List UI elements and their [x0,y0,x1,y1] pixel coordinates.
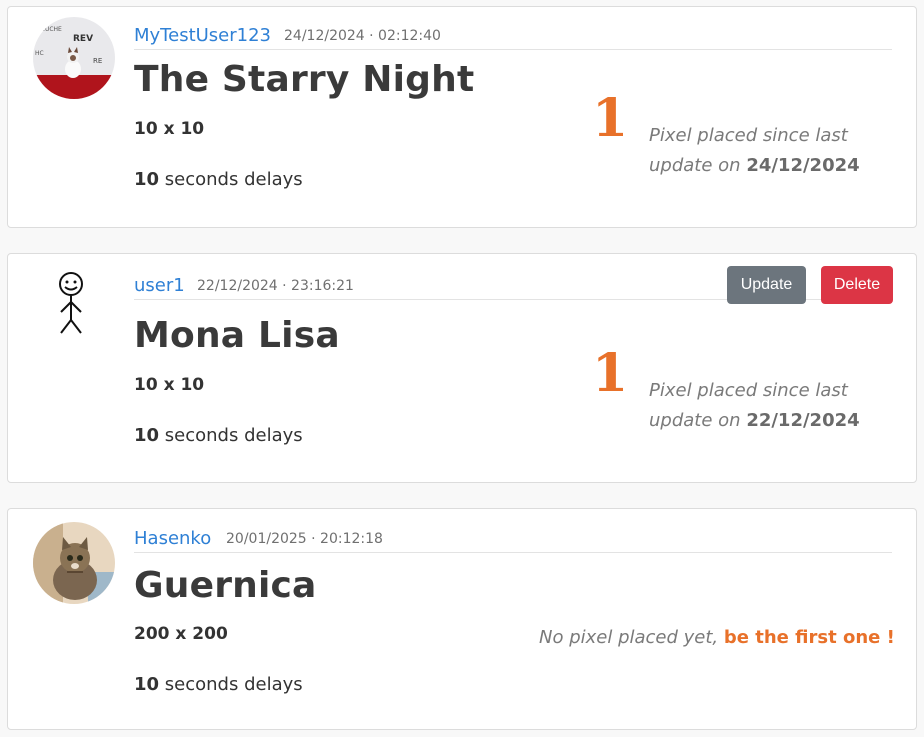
pixel-count: 1 [592,343,629,404]
avatar [33,522,115,604]
svg-text:HC: HC [35,50,44,57]
delay-text: 10 seconds delays [134,425,303,446]
avatar [33,268,115,350]
delay-suffix: seconds delays [159,674,303,695]
timestamp: 24/12/2024 · 02:12:40 [284,28,441,44]
delay-text: 10 seconds delays [134,169,303,190]
canvas-card: REUCHE REV RE HC MyTestUser123 24/12/202… [7,6,917,228]
canvas-size: 200 x 200 [134,624,228,644]
delay-suffix: seconds delays [159,169,303,190]
delay-value: 10 [134,425,160,446]
be-first-link[interactable]: be the first one ! [724,627,895,648]
svg-text:RE: RE [93,57,102,65]
pixel-date: 24/12/2024 [746,155,860,176]
username-link[interactable]: user1 [134,275,185,296]
update-button[interactable]: Update [727,266,806,304]
delay-suffix: seconds delays [159,425,303,446]
timestamp: 20/01/2025 · 20:12:18 [226,531,383,547]
delete-button[interactable]: Delete [821,266,893,304]
canvas-title: The Starry Night [134,59,475,100]
svg-text:REUCHE: REUCHE [37,26,62,33]
no-pixel-text: No pixel placed yet, [539,627,724,648]
canvas-title: Mona Lisa [134,315,340,356]
canvas-size: 10 x 10 [134,119,205,139]
delay-value: 10 [134,169,160,190]
avatar: REUCHE REV RE HC [33,17,115,99]
timestamp: 22/12/2024 · 23:16:21 [197,278,354,294]
canvas-title: Guernica [134,565,317,606]
card-header: MyTestUser123 24/12/2024 · 02:12:40 [134,25,892,50]
canvas-card: user1 22/12/2024 · 23:16:21 Update Delet… [7,253,917,483]
pixel-note: Pixel placed since last update on 24/12/… [649,121,889,181]
username-link[interactable]: MyTestUser123 [134,25,271,46]
canvas-card: Hasenko 20/01/2025 · 20:12:18 Guernica 2… [7,508,917,730]
card-header: Hasenko 20/01/2025 · 20:12:18 [134,528,892,553]
svg-text:REV: REV [73,34,93,44]
pixel-note: Pixel placed since last update on 22/12/… [649,376,889,436]
stick-figure-icon [33,268,115,350]
canvas-size: 10 x 10 [134,375,205,395]
pixel-date: 22/12/2024 [746,410,860,431]
delay-value: 10 [134,674,160,695]
delay-text: 10 seconds delays [134,674,303,695]
username-link[interactable]: Hasenko [134,528,211,549]
pixel-count: 1 [592,88,629,149]
no-pixel-note: No pixel placed yet, be the first one ! [539,627,895,648]
